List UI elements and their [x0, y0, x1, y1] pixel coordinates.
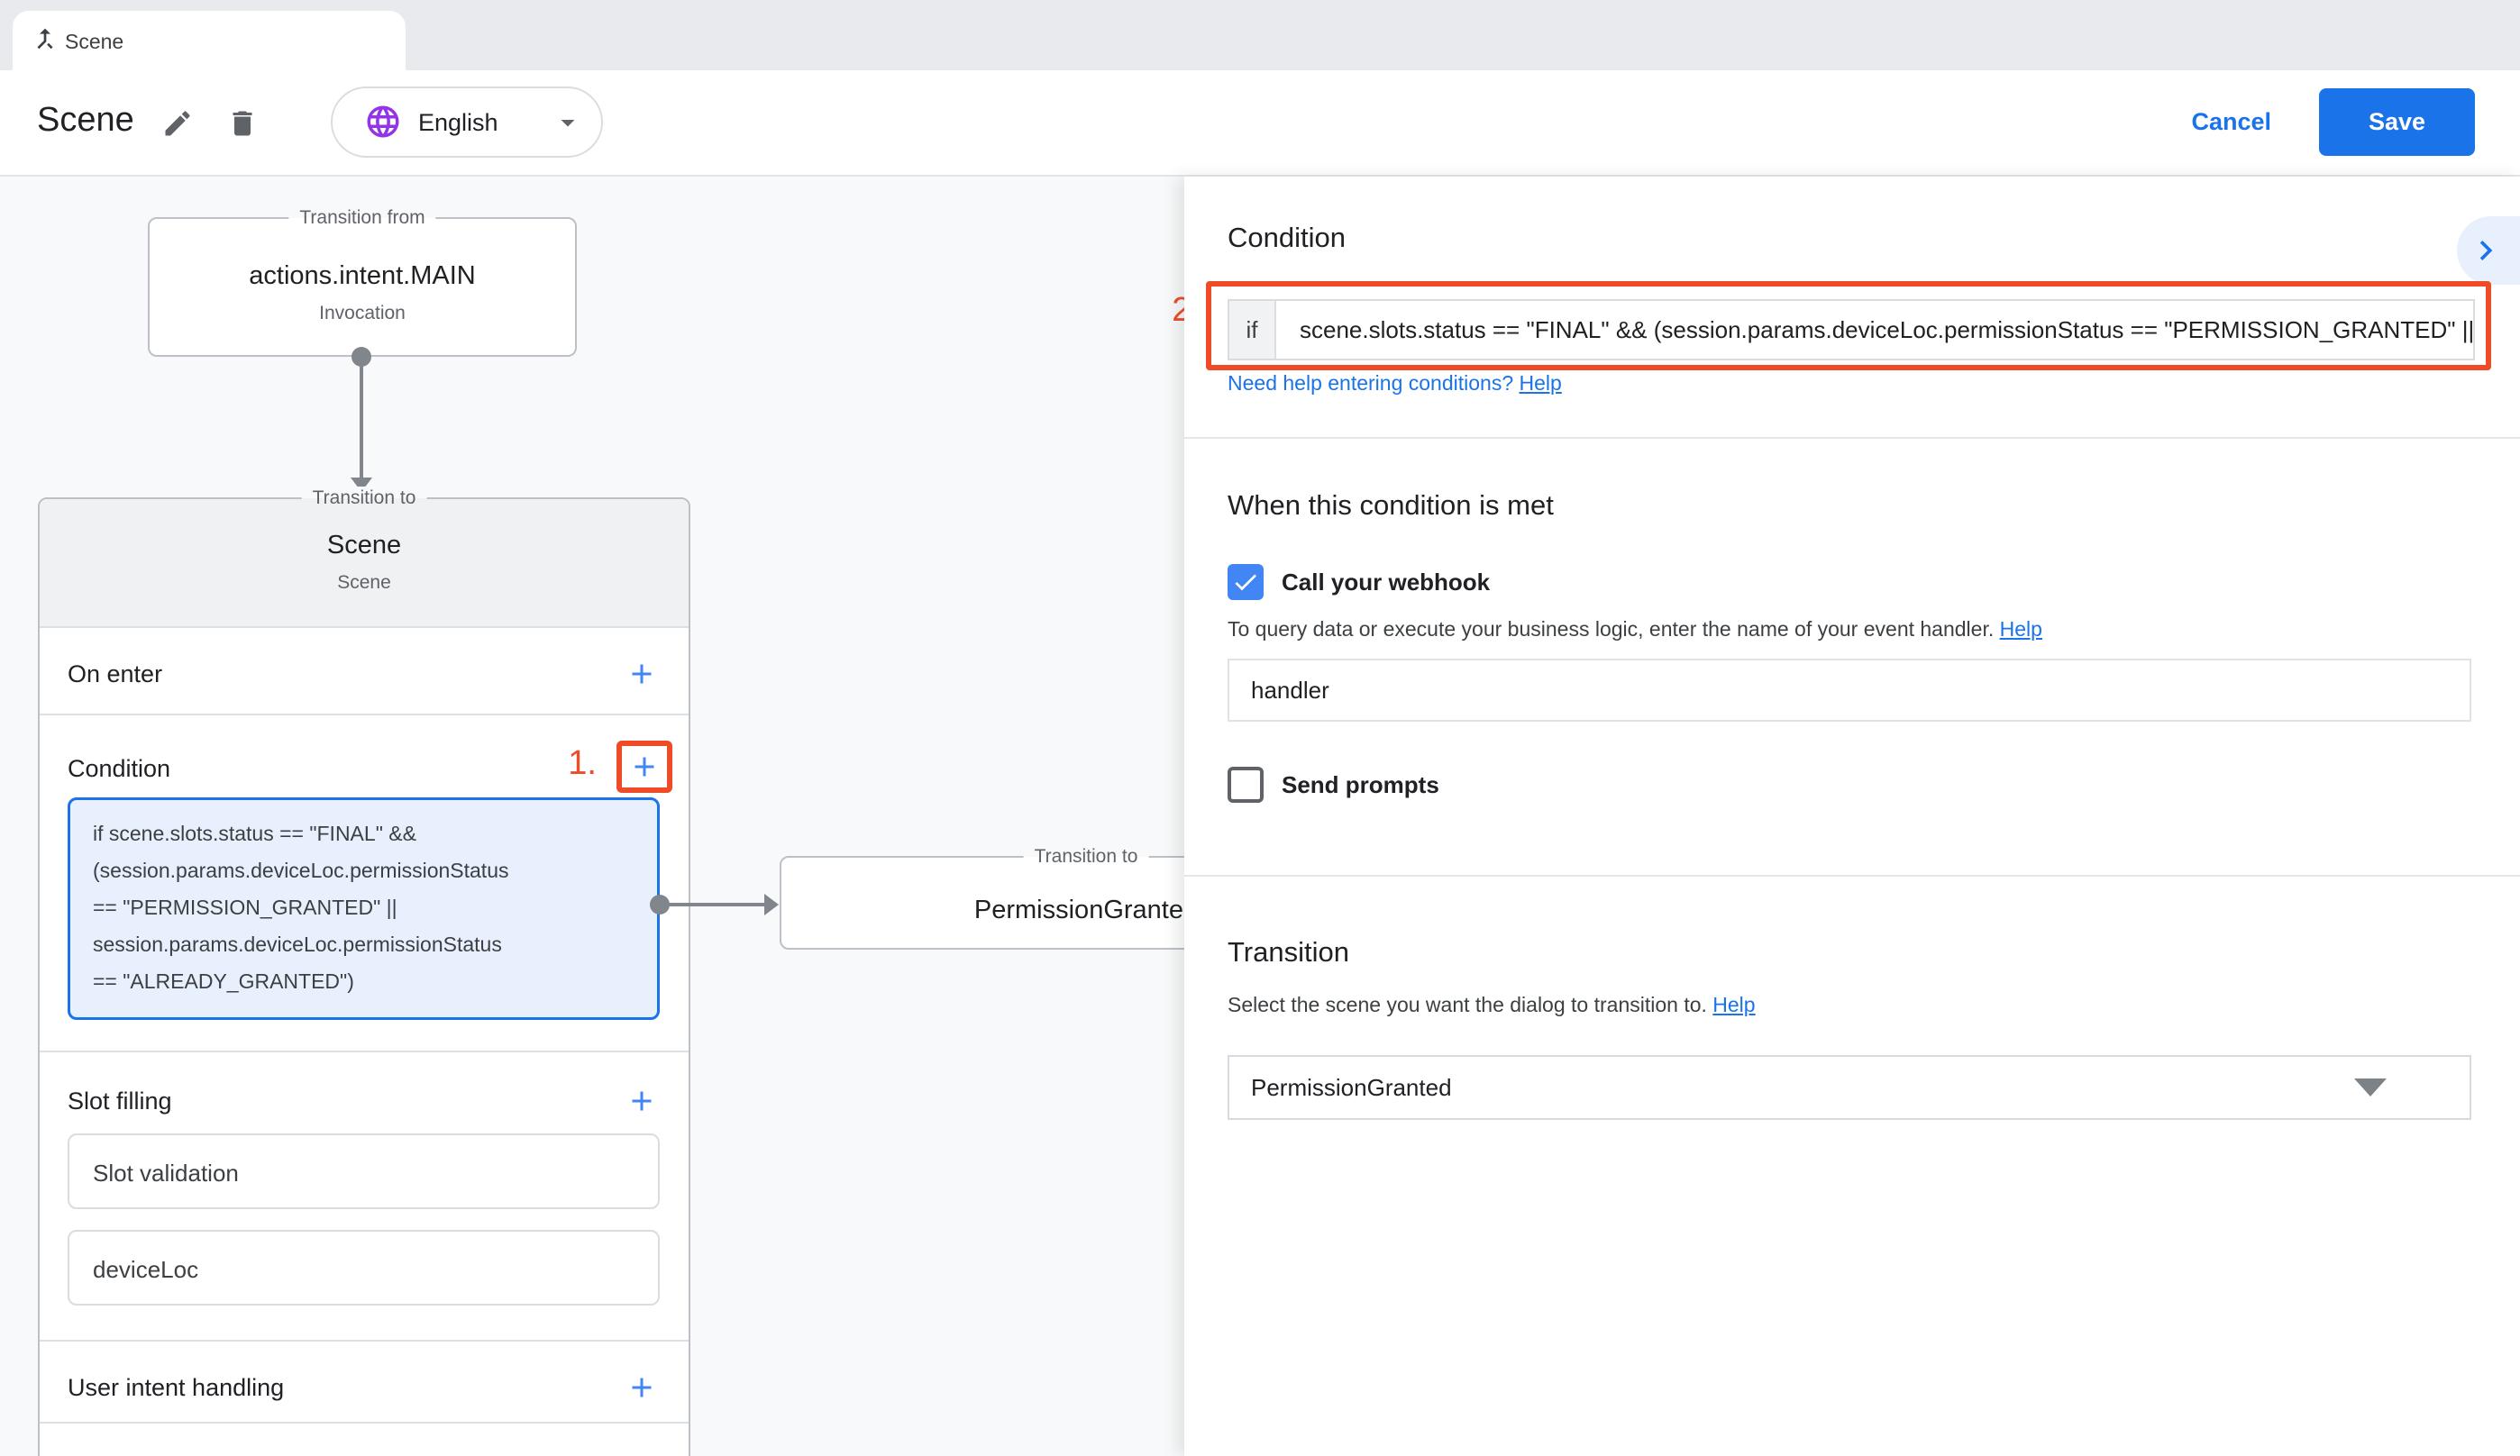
scene-node-header[interactable] [40, 499, 689, 628]
add-slot-button[interactable] [625, 1085, 658, 1117]
scene-node-title: Scene [40, 531, 689, 560]
connector-line-horizontal [660, 903, 764, 906]
cancel-button[interactable]: Cancel [2163, 108, 2271, 136]
condition-input[interactable] [1276, 301, 2473, 359]
section-divider [40, 1051, 689, 1052]
section-label-user-intent: User intent handling [68, 1374, 284, 1402]
chevron-right-icon [2466, 231, 2506, 270]
scene-editor: Scene Scene English Cancel Save Transiti… [0, 0, 2520, 1456]
invocation-node-subtitle: Invocation [148, 303, 577, 324]
section-divider [40, 1340, 689, 1342]
slot-validation-label: Slot validation [93, 1160, 239, 1188]
condition-help-question: Need help entering conditions? [1228, 371, 1513, 395]
save-button[interactable]: Save [2319, 88, 2475, 156]
condition-help-link[interactable]: Help [1520, 371, 1562, 395]
section-divider [40, 714, 689, 715]
call-webhook-checkbox[interactable] [1228, 564, 1264, 600]
transition-scene-select[interactable]: PermissionGranted [1228, 1055, 2471, 1120]
panel-divider [1184, 437, 2520, 439]
check-icon [1231, 568, 1260, 596]
section-label-condition: Condition [68, 755, 170, 783]
webhook-help-link[interactable]: Help [2000, 617, 2042, 641]
merge-icon [31, 24, 59, 53]
send-prompts-checkbox[interactable] [1228, 767, 1264, 803]
annotation-step-1: 1. [541, 744, 597, 783]
transition-helper-text: Select the scene you want the dialog to … [1228, 993, 1756, 1017]
tab-label: Scene [65, 30, 123, 54]
slot-deviceloc-label: deviceLoc [93, 1256, 198, 1284]
scene-node-subtitle: Scene [40, 572, 689, 594]
send-prompts-label: Send prompts [1282, 771, 1439, 799]
transition-heading: Transition [1228, 936, 1349, 969]
annotation-highlight-box-1 [616, 741, 672, 793]
add-intent-button[interactable] [625, 1371, 658, 1404]
connector-line-vertical [360, 357, 363, 479]
panel-divider [1184, 875, 2520, 877]
section-divider [40, 1422, 689, 1424]
transition-helper-sentence: Select the scene you want the dialog to … [1228, 993, 1707, 1016]
arrowhead-right [764, 894, 779, 915]
condition-card-text: if scene.slots.status == "FINAL" && (ses… [93, 815, 639, 1000]
scene-node-legend: Transition to [302, 487, 427, 510]
invocation-node-title: actions.intent.MAIN [148, 261, 577, 291]
handler-input[interactable] [1228, 659, 2471, 722]
dropdown-caret-icon [2354, 1078, 2387, 1097]
condition-help-text: Need help entering conditions? Help [1228, 371, 1562, 396]
invocation-node-legend: Transition from [288, 206, 435, 230]
call-webhook-label: Call your webhook [1282, 569, 1490, 596]
chevron-down-icon [552, 106, 584, 139]
page-title: Scene [37, 101, 134, 140]
webhook-helper-sentence: To query data or execute your business l… [1228, 617, 1994, 641]
section-label-slot-filling: Slot filling [68, 1087, 172, 1115]
language-value: English [418, 109, 498, 137]
section-label-on-enter: On enter [68, 660, 162, 688]
condition-input-group: if [1228, 299, 2475, 360]
delete-icon[interactable] [226, 107, 259, 140]
edit-icon[interactable] [161, 107, 194, 140]
add-on-enter-button[interactable] [625, 658, 658, 690]
when-met-heading: When this condition is met [1228, 489, 1554, 522]
webhook-helper-text: To query data or execute your business l… [1228, 617, 2042, 642]
if-chip: if [1229, 301, 1276, 359]
target-node-legend: Transition to [1024, 845, 1149, 869]
condition-heading: Condition [1228, 222, 1346, 254]
transition-scene-value: PermissionGranted [1229, 1074, 2354, 1102]
globe-icon [364, 103, 402, 141]
transition-help-link[interactable]: Help [1712, 993, 1755, 1016]
